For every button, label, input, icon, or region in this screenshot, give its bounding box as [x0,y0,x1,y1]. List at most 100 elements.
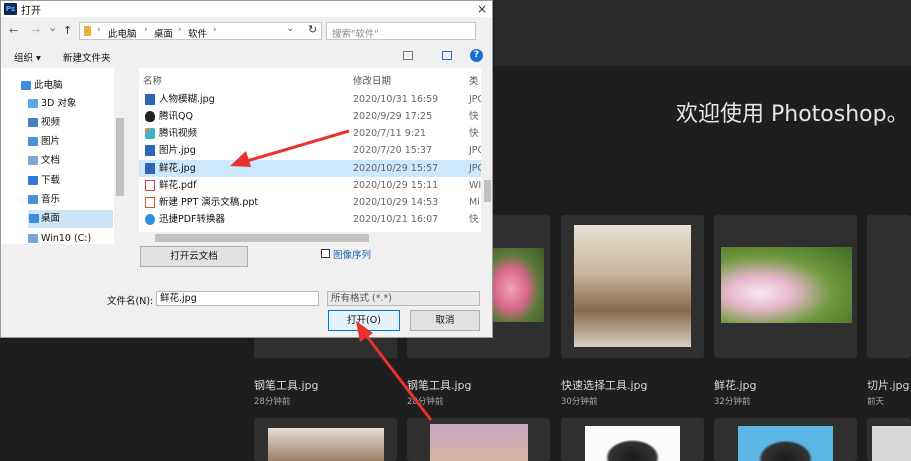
thumbnail-image [721,247,852,323]
file-name: 图片.jpg [159,145,196,156]
ppt-file-icon [145,197,155,208]
image-sequence-checkbox[interactable] [321,249,330,258]
organize-menu-button[interactable]: 组织 ▾ [14,50,41,64]
image-sequence-label[interactable]: 图像序列 [333,247,371,261]
file-row[interactable]: 迅捷PDF转换器 2020/10/21 16:07 快 [139,211,483,228]
dialog-title: 打开 [21,6,41,17]
help-icon[interactable]: ? [470,49,483,62]
pdf-converter-icon [145,214,155,225]
new-folder-button[interactable]: 新建文件夹 [63,50,111,64]
up-arrow-icon[interactable]: ↑ [63,24,72,37]
search-placeholder: 搜索"软件" [332,29,379,40]
nav-item-label: Win10 (C:) [41,233,92,244]
file-format-select[interactable]: 所有格式 (*.*) [327,291,480,306]
file-row-selected[interactable]: 鲜花.jpg 2020/10/29 15:57 JPG [139,160,483,177]
thumbnail-image [574,225,691,347]
view-options-icon[interactable] [403,51,413,60]
recent-locations-chevron-icon[interactable]: ⌄ [48,21,57,34]
document-icon [28,156,38,165]
nav-item-label: 音乐 [41,194,61,205]
file-name: 腾讯QQ [159,111,193,122]
close-icon[interactable]: × [473,1,491,17]
nav-item-this-pc[interactable]: 此电脑 [21,77,120,95]
drive-icon [28,234,38,243]
file-name: 鲜花.pdf [159,180,197,191]
recent-file-name: 钢笔工具.jpg [407,379,472,392]
recent-file-name: 鲜花.jpg [714,379,757,392]
file-list-scrollbar-right[interactable] [483,68,492,232]
preview-pane-icon[interactable] [442,51,452,60]
computer-icon [21,81,31,90]
desktop-icon [29,214,39,223]
recent-file-time: 28分钟前 [407,397,444,407]
folder-icon [84,26,91,36]
photoshop-top-band [494,0,911,66]
recent-file-card[interactable] [867,418,911,461]
breadcrumb-separator: › [213,25,217,35]
breadcrumb-item[interactable]: 此电脑 [108,26,137,40]
recent-file-card[interactable] [254,418,397,461]
file-list-horizontal-scrollbar[interactable] [139,232,483,244]
navigation-scrollbar[interactable] [114,68,126,244]
file-type: WI [469,180,482,191]
file-type: 快 [469,214,479,225]
nav-item-desktop[interactable]: 桌面 [28,210,113,228]
recent-file-card[interactable] [714,418,857,461]
scrollbar-thumb[interactable] [116,118,124,196]
download-icon [28,176,38,185]
recent-file-card[interactable] [561,215,704,358]
scrollbar-thumb[interactable] [155,234,369,242]
file-row[interactable]: 腾讯QQ 2020/9/29 17:25 快 [139,108,483,125]
thumbnail-image [585,426,680,461]
filename-input[interactable]: 鲜花.jpg [156,291,319,306]
breadcrumb-separator: › [144,25,148,35]
file-name: 腾讯视频 [159,128,198,139]
file-date: 2020/7/11 9:21 [353,128,427,139]
picture-icon [28,137,38,146]
file-row[interactable]: 鲜花.pdf 2020/10/29 15:11 WI [139,177,483,194]
breadcrumb-item[interactable]: 桌面 [154,26,173,40]
qq-icon [145,111,155,122]
search-input[interactable]: 搜索"软件" [326,22,476,40]
music-icon [28,195,38,204]
path-dropdown-chevron-icon[interactable]: ⌄ [286,23,294,34]
recent-file-card[interactable] [714,215,857,358]
file-list: 名称 修改日期 类 人物模糊.jpg 2020/10/31 16:59 JPG … [139,68,483,244]
breadcrumb-separator: › [97,25,101,35]
pdf-file-icon [145,180,155,191]
breadcrumb-item[interactable]: 软件 [188,26,207,40]
filename-label: 文件名(N): [107,296,154,307]
refresh-icon[interactable]: ↻ [308,23,317,36]
file-row[interactable]: 人物模糊.jpg 2020/10/31 16:59 JPG [139,91,483,108]
back-arrow-icon[interactable]: ← [9,24,18,37]
jpg-file-icon [145,145,155,156]
forward-arrow-icon[interactable]: → [31,24,40,37]
file-row[interactable]: 腾讯视频 2020/7/11 9:21 快 [139,125,483,142]
scrollbar-thumb[interactable] [484,180,491,202]
file-row[interactable]: 图片.jpg 2020/7/20 15:37 JPG [139,142,483,159]
navigation-pane: 此电脑 3D 对象 视频 图片 文档 下载 音乐 桌面 Win10 (C:) [1,68,126,244]
column-header-name[interactable]: 名称 [143,73,162,87]
cancel-button[interactable]: 取消 [410,310,480,331]
recent-file-card[interactable] [867,215,911,358]
breadcrumb[interactable]: › 此电脑 › 桌面 › 软件 › ⌄ ↻ [79,22,322,40]
nav-item-label: 文档 [41,155,61,166]
column-header-type[interactable]: 类 [469,73,479,87]
video-icon [28,118,38,127]
nav-item-label: 此电脑 [34,80,63,91]
file-row[interactable]: 新建 PPT 演示文稿.ppt 2020/10/29 14:53 Mi [139,194,483,211]
recent-file-name: 切片.jpg [867,379,910,392]
open-cloud-document-button[interactable]: 打开云文档 [140,246,248,267]
recent-file-card[interactable] [407,418,550,461]
file-date: 2020/10/29 15:57 [353,163,439,174]
address-bar: ← → ⌄ ↑ › 此电脑 › 桌面 › 软件 › ⌄ ↻ 搜索"软件" [1,18,492,44]
recent-file-time: 32分钟前 [714,397,751,407]
open-button[interactable]: 打开(O) [328,310,400,331]
nav-item-label: 视频 [41,117,61,128]
file-type: 快 [469,111,479,122]
recent-file-card[interactable] [561,418,704,461]
nav-item-label: 桌面 [41,213,61,224]
thumbnail-image [872,426,911,461]
column-header-modified[interactable]: 修改日期 [353,73,391,87]
jpg-file-icon [145,163,155,174]
